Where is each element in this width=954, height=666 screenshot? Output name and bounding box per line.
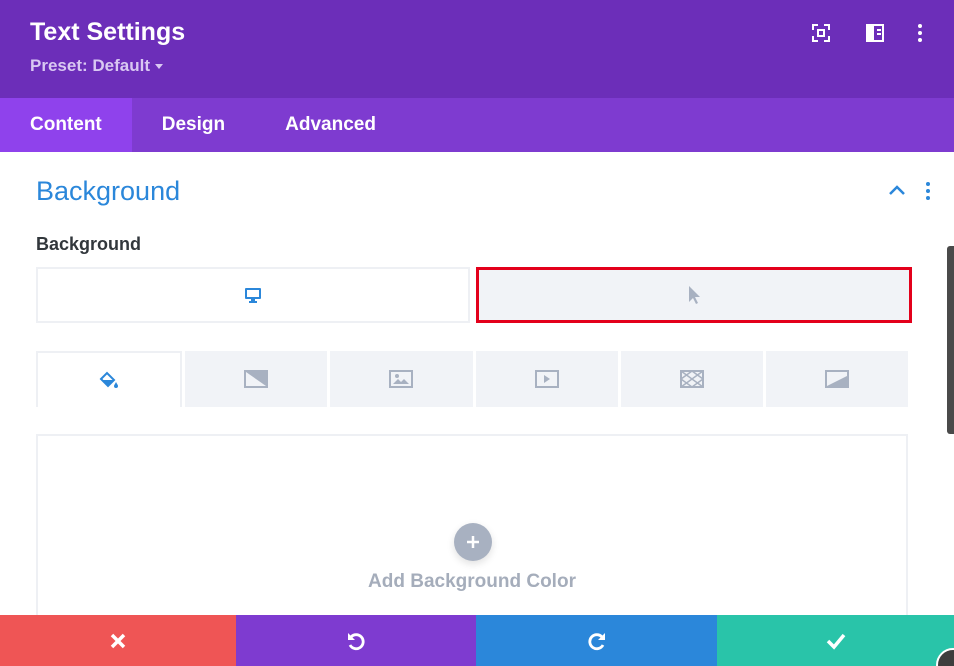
- tab-content[interactable]: Content: [0, 98, 132, 152]
- settings-tabs: Content Design Advanced: [0, 98, 954, 152]
- scrollbar[interactable]: [947, 246, 954, 434]
- chevron-up-icon[interactable]: [887, 182, 907, 198]
- desktop-icon: [245, 288, 261, 303]
- bg-tab-color[interactable]: [36, 351, 183, 407]
- sidebar-layout-icon[interactable]: [864, 22, 886, 44]
- tab-design[interactable]: Design: [132, 98, 255, 152]
- section-more-icon[interactable]: [921, 180, 935, 202]
- bg-tab-video[interactable]: [475, 351, 618, 407]
- bg-tab-mask[interactable]: [765, 351, 909, 407]
- paint-bucket-icon: [99, 371, 119, 388]
- undo-button[interactable]: [236, 615, 476, 666]
- bg-tab-gradient[interactable]: [185, 351, 328, 407]
- pattern-icon: [679, 370, 704, 388]
- redo-icon: [587, 632, 605, 650]
- add-color-button[interactable]: [454, 523, 492, 561]
- more-vertical-icon[interactable]: [909, 22, 931, 44]
- modal-title: Text Settings: [30, 18, 186, 46]
- modal-footer: [0, 615, 954, 666]
- cursor-hover-icon: [689, 286, 700, 304]
- video-icon: [534, 370, 559, 388]
- discard-button[interactable]: [0, 615, 236, 666]
- gradient-icon: [244, 370, 269, 388]
- caret-down-icon: [154, 63, 163, 69]
- tab-advanced[interactable]: Advanced: [255, 98, 406, 152]
- background-type-tabs: [36, 351, 909, 407]
- background-field-label: Background: [36, 234, 142, 254]
- save-button[interactable]: [717, 615, 954, 666]
- check-icon: [826, 633, 845, 650]
- settings-content: Background Background Add Background Col…: [0, 152, 954, 615]
- close-icon: [110, 633, 126, 648]
- mask-icon: [824, 370, 849, 388]
- modal-header: Text Settings Preset: Default: [0, 0, 954, 98]
- bg-tab-pattern[interactable]: [620, 351, 763, 407]
- redo-button[interactable]: [476, 615, 717, 666]
- state-tab-desktop[interactable]: [36, 267, 470, 323]
- preset-label: Preset: Default: [30, 56, 150, 75]
- undo-icon: [348, 632, 365, 650]
- fullscreen-icon[interactable]: [810, 22, 832, 44]
- bg-tab-image[interactable]: [330, 351, 473, 407]
- state-tab-hover[interactable]: [476, 267, 912, 323]
- image-icon: [389, 370, 414, 388]
- section-title[interactable]: Background: [36, 176, 180, 207]
- background-color-panel: Add Background Color: [36, 434, 908, 615]
- plus-icon: [467, 536, 479, 548]
- preset-dropdown[interactable]: Preset: Default: [30, 56, 163, 76]
- add-background-color-label[interactable]: Add Background Color: [38, 571, 906, 593]
